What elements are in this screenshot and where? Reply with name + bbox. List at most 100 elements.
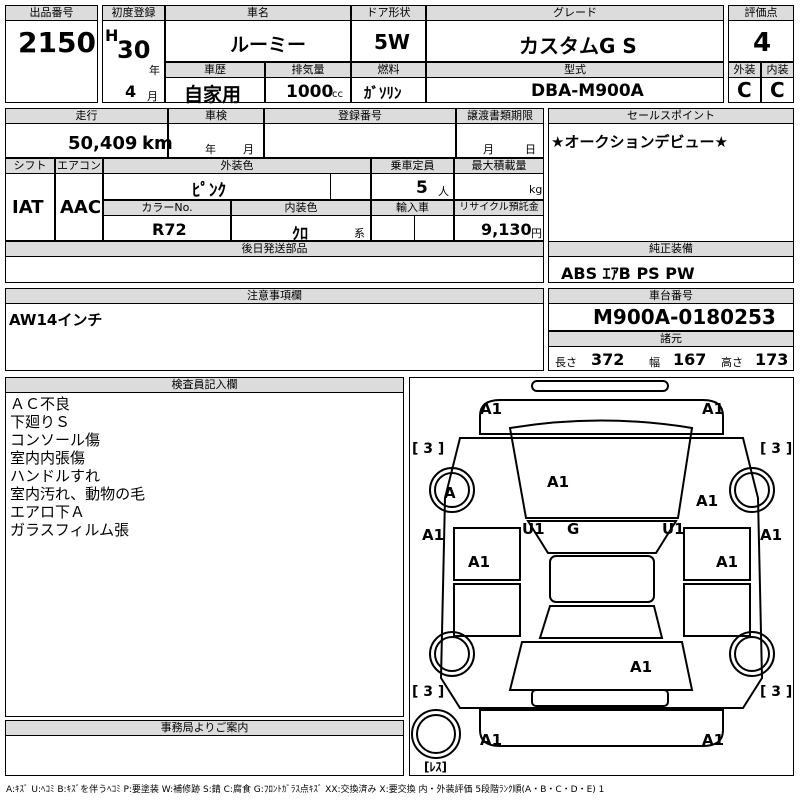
aircon: AAC	[60, 197, 102, 218]
max-load-unit: kg	[529, 183, 543, 196]
registration-number-label: 登録番号	[265, 109, 455, 124]
shift-label: シフト	[6, 159, 54, 174]
ext-color-label: 外装色	[104, 159, 370, 174]
chassis-box: 車台番号 M900A-0180253	[548, 288, 794, 331]
exterior-grade: C	[737, 78, 752, 102]
capacity-box: 乗車定員 5 人	[371, 158, 454, 200]
notes-text: AW14インチ	[9, 311, 103, 329]
color-no: R72	[152, 220, 187, 239]
history: 自家用	[184, 84, 242, 106]
ext-color-divider	[330, 174, 331, 200]
inspector-line: コンソール傷	[10, 431, 101, 449]
cc-unit: cc	[332, 89, 343, 100]
tire-rear-left: [ 3 ]	[412, 684, 445, 700]
interior-box: 内装 C	[761, 62, 794, 103]
history-box: 車歴 自家用	[165, 62, 265, 106]
mark-rear-right: A1	[702, 731, 725, 749]
car-name-box: 車名 ルーミー	[165, 5, 351, 62]
chassis-label: 車台番号	[549, 289, 793, 304]
mark-front-left: A1	[480, 400, 503, 418]
mark-left-side: A1	[422, 526, 445, 544]
length-label: 長さ	[555, 356, 577, 369]
grade: カスタムG S	[519, 34, 637, 58]
registration-year: 30	[117, 36, 151, 64]
capacity-label: 乗車定員	[372, 159, 453, 174]
shift-box: シフト IAT	[5, 158, 55, 241]
lot-number-label: 出品番号	[6, 6, 97, 21]
car-outline	[411, 380, 775, 759]
aircon-label: エアコン	[56, 159, 102, 174]
damage-diagram: A1 A1 A1 A A1 A1 A1 U1 U1 G A1 A1 A1 A1 …	[409, 377, 794, 776]
spec-label: 諸元	[549, 332, 793, 347]
displacement-label: 排気量	[266, 63, 350, 78]
transfer-day-unit: 日	[525, 143, 536, 156]
aircon-box: エアコン AAC	[55, 158, 103, 241]
mark-left-pillar: U1	[522, 520, 545, 538]
spare-tire: [ﾚｽ]	[424, 760, 447, 774]
max-load-box: 最大積載量 kg	[454, 158, 544, 200]
office-box: 事務局よりご案内	[5, 720, 404, 776]
int-color-unit: 系	[354, 227, 365, 240]
mark-left-door: A1	[468, 553, 491, 571]
mileage: 50,409	[68, 133, 138, 154]
recycle-label: リサイクル預託金	[455, 201, 543, 216]
notes-box: 注意事項欄 AW14インチ	[5, 288, 544, 371]
inspector-line: エアロ下Ａ	[10, 503, 86, 521]
interior-label: 内装	[762, 63, 793, 78]
length: 372	[591, 350, 625, 369]
sales-point-box: セールスポイント ★オークションデビュー★	[548, 108, 794, 257]
office-label: 事務局よりご案内	[6, 721, 403, 736]
color-no-label: カラーNo.	[104, 201, 230, 216]
max-load-label: 最大積載量	[455, 159, 543, 174]
mark-left-fender-wheel: A	[444, 484, 456, 502]
later-parts-label: 後日発送部品	[6, 242, 543, 257]
ext-color: ﾋﾟﾝｸ	[192, 181, 226, 201]
car-name-label: 車名	[166, 6, 350, 21]
import-label: 輸入車	[372, 201, 453, 216]
car-name: ルーミー	[230, 34, 307, 56]
int-color-box: 内装色 ｸﾛ 系	[231, 200, 371, 243]
transfer-deadline-label: 譲渡書類期限	[457, 109, 543, 124]
import-box: 輸入車	[371, 200, 454, 241]
recycle-fee: 9,130	[481, 220, 532, 239]
sales-point-label: セールスポイント	[549, 109, 793, 124]
registration-month: 4	[125, 82, 137, 101]
mark-right-pillar: U1	[662, 520, 685, 538]
mileage-label: 走行	[6, 109, 167, 124]
equipment-label: 純正装備	[549, 242, 793, 257]
inspection-month-unit: 月	[243, 143, 254, 156]
mark-rear-left: A1	[480, 731, 503, 749]
inspector-label: 検査員記入欄	[6, 378, 403, 393]
lot-number-box: 出品番号 2150	[5, 5, 98, 103]
inspector-notes: ＡＣ不良 下廻りＳ コンソール傷 室内内張傷 ハンドルすれ 室内汚れ、動物の毛 …	[10, 395, 145, 539]
equipment-box: 純正装備 ABS ｴｱB PS PW	[548, 241, 794, 283]
inspection-box: 車検 年 月	[168, 108, 264, 158]
inspection-label: 車検	[169, 109, 263, 124]
year-unit: 年	[149, 64, 160, 77]
equipment: ABS ｴｱB PS PW	[561, 264, 695, 283]
recycle-box: リサイクル預託金 9,130 円	[454, 200, 544, 241]
history-label: 車歴	[166, 63, 264, 78]
exterior-label: 外装	[729, 63, 760, 78]
chassis-number: M900A-0180253	[593, 305, 776, 329]
int-color-label: 内装色	[232, 201, 370, 216]
inspector-line: ＡＣ不良	[10, 395, 71, 413]
mileage-box: 走行 50,409 km	[5, 108, 173, 158]
displacement: 1000	[286, 82, 334, 102]
mark-right-fender: A1	[696, 492, 719, 510]
lot-number: 2150	[18, 26, 96, 59]
inspector-line: ガラスフィルム張	[10, 521, 130, 539]
door-box: ドア形状 5W	[351, 5, 426, 62]
mark-right-side: A1	[760, 526, 783, 544]
width: 167	[673, 350, 707, 369]
inspector-line: ハンドルすれ	[10, 467, 101, 485]
later-parts-box: 後日発送部品	[5, 241, 544, 283]
import-divider	[414, 216, 415, 241]
score: 4	[753, 28, 772, 58]
fuel-label: 燃料	[352, 63, 425, 78]
tire-front-left: [ 3 ]	[412, 441, 445, 457]
capacity-unit: 人	[438, 185, 449, 198]
door-type: 5W	[374, 30, 410, 54]
inspection-year-unit: 年	[205, 143, 216, 156]
exterior-box: 外装 C	[728, 62, 761, 103]
